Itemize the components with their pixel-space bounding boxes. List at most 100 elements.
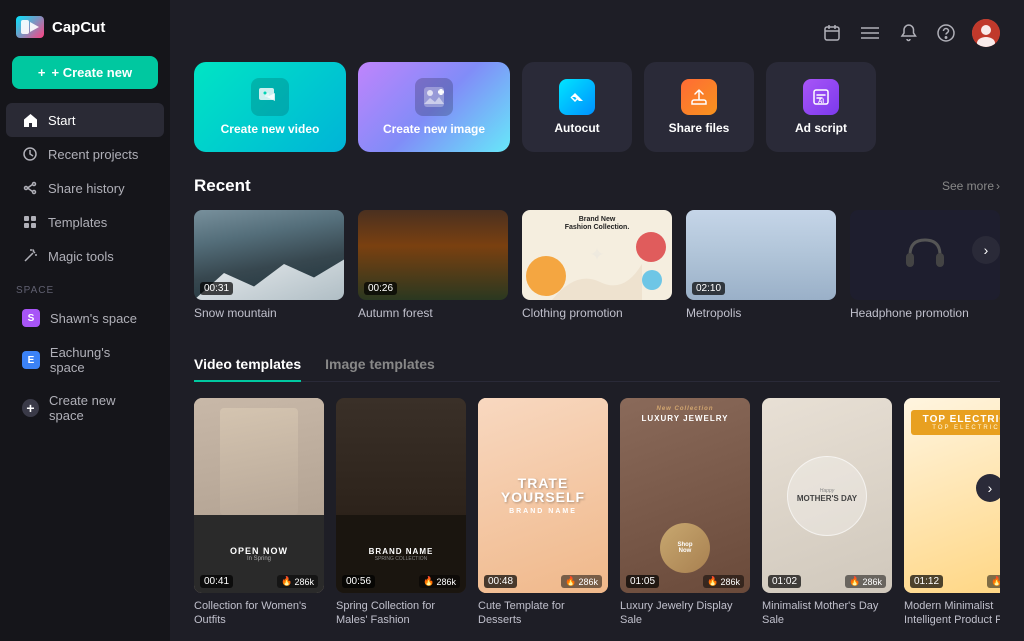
create-image-label: Create new image: [375, 122, 493, 136]
calendar-icon[interactable]: [820, 21, 844, 45]
womens-duration: 00:41: [200, 575, 233, 588]
main-content: Create new video Create new image A: [170, 0, 1024, 641]
grid-icon: [22, 214, 38, 230]
template-grid: OPEN NOW In Spring 00:41 🔥286k Collectio…: [194, 398, 1000, 628]
shawn-avatar: S: [22, 309, 40, 327]
logo-icon: [16, 16, 44, 38]
see-more-button[interactable]: See more ›: [942, 179, 1000, 193]
recent-card-clothing[interactable]: Brand NewFashion Collection. ✦ Clothing …: [522, 210, 672, 320]
tab-image-templates[interactable]: Image templates: [325, 348, 435, 382]
sidebar-item-templates[interactable]: Templates: [6, 205, 164, 239]
mothers-template-name: Minimalist Mother's Day Sale: [762, 599, 892, 628]
logo-text: CapCut: [52, 19, 105, 36]
desserts-duration: 00:48: [484, 575, 517, 588]
metro-name: Metropolis: [686, 306, 836, 320]
ad-script-label: Ad script: [795, 121, 847, 135]
create-video-label: Create new video: [213, 122, 328, 136]
svg-text:AI: AI: [818, 99, 824, 105]
help-icon[interactable]: [934, 21, 958, 45]
desserts-template-name: Cute Template for Desserts: [478, 599, 608, 628]
chevron-right-icon: ›: [996, 179, 1000, 193]
template-card-jewelry[interactable]: New Collection LUXURY JEWELRY ShopNow 01…: [620, 398, 750, 628]
template-thumb-womens: OPEN NOW In Spring 00:41 🔥286k: [194, 398, 324, 593]
sidebar-item-share-history[interactable]: Share history: [6, 171, 164, 205]
snow-name: Snow mountain: [194, 306, 344, 320]
template-card-womens[interactable]: OPEN NOW In Spring 00:41 🔥286k Collectio…: [194, 398, 324, 628]
clothing-name: Clothing promotion: [522, 306, 672, 320]
create-space-label: Create new space: [49, 393, 148, 423]
template-thumb-desserts: TRATEYOURSELF BRAND NAME 00:48 🔥286k: [478, 398, 608, 593]
sidebar: CapCut + + Create new Start Recent proje…: [0, 0, 170, 641]
autocut-label: Autocut: [554, 121, 599, 135]
template-thumb-mens: BRAND NAME SPRING COLLECTION 00:56 🔥286k: [336, 398, 466, 593]
template-thumb-mothers: HappyMOTHER'S DAY 01:02 🔥286k: [762, 398, 892, 593]
mens-duration: 00:56: [342, 575, 375, 588]
shawn-space-label: Shawn's space: [50, 311, 137, 326]
recent-thumb-clothing: Brand NewFashion Collection. ✦: [522, 210, 672, 300]
eachung-avatar: E: [22, 351, 40, 369]
sidebar-item-create-space[interactable]: + Create new space: [6, 384, 164, 432]
metro-duration: 02:10: [692, 282, 725, 295]
tab-video-templates[interactable]: Video templates: [194, 348, 301, 382]
create-video-card[interactable]: Create new video: [194, 62, 346, 152]
template-tabs: Video templates Image templates: [194, 348, 1000, 382]
create-image-card[interactable]: Create new image: [358, 62, 510, 152]
autocut-icon: [559, 79, 595, 115]
template-card-mothers[interactable]: HappyMOTHER'S DAY 01:02 🔥286k Minimalist…: [762, 398, 892, 628]
electrics-template-name: Modern Minimalist Intelligent Product Pr…: [904, 599, 1000, 628]
menu-icon[interactable]: [858, 21, 882, 45]
template-card-mens[interactable]: BRAND NAME SPRING COLLECTION 00:56 🔥286k…: [336, 398, 466, 628]
image-card-icon: [415, 78, 453, 116]
template-card-electrics[interactable]: TOP ELECTRICS TOP ELECTRICS 01:12 🔥286k …: [904, 398, 1000, 628]
recent-next-button[interactable]: ›: [972, 236, 1000, 264]
sidebar-item-eachung-space[interactable]: E Eachung's space: [6, 336, 164, 384]
share-files-card[interactable]: Share files: [644, 62, 754, 152]
sidebar-recent-label: Recent projects: [48, 147, 138, 162]
recent-card-metro[interactable]: 02:10 Metropolis: [686, 210, 836, 320]
logo-area: CapCut: [0, 12, 170, 50]
sidebar-magic-label: Magic tools: [48, 249, 114, 264]
jewelry-template-name: Luxury Jewelry Display Sale: [620, 599, 750, 628]
sidebar-item-shawn-space[interactable]: S Shawn's space: [6, 300, 164, 336]
share-files-icon: [681, 79, 717, 115]
mens-template-name: Spring Collection for Males' Fashion: [336, 599, 466, 628]
home-icon: [22, 112, 38, 128]
headphone-name: Headphone promotion: [850, 306, 1000, 320]
template-thumb-jewelry: New Collection LUXURY JEWELRY ShopNow 01…: [620, 398, 750, 593]
autocut-card[interactable]: Autocut: [522, 62, 632, 152]
recent-title: Recent: [194, 176, 251, 196]
share-icon: [22, 180, 38, 196]
bell-icon[interactable]: [896, 21, 920, 45]
recent-card-snow[interactable]: 00:31 Snow mountain: [194, 210, 344, 320]
template-next-button[interactable]: ›: [976, 474, 1000, 502]
electrics-duration: 01:12: [910, 575, 943, 588]
eachung-space-label: Eachung's space: [50, 345, 148, 375]
sidebar-share-label: Share history: [48, 181, 125, 196]
autumn-name: Autumn forest: [358, 306, 508, 320]
sidebar-item-recent[interactable]: Recent projects: [6, 137, 164, 171]
sidebar-item-magic-tools[interactable]: Magic tools: [6, 239, 164, 273]
jewelry-likes: 🔥286k: [703, 575, 744, 588]
sidebar-item-start[interactable]: Start: [6, 103, 164, 137]
recent-grid: 00:31 Snow mountain 00:26 Autumn forest …: [194, 210, 1000, 320]
mens-likes: 🔥286k: [419, 575, 460, 588]
template-card-desserts[interactable]: TRATEYOURSELF BRAND NAME 00:48 🔥286k Cut…: [478, 398, 608, 628]
video-card-icon: [251, 78, 289, 116]
recent-card-headphone[interactable]: Headphone promotion: [850, 210, 1000, 320]
mothers-likes: 🔥286k: [845, 575, 886, 588]
create-new-label: + Create new: [52, 65, 133, 80]
electrics-likes: 🔥286k: [987, 575, 1000, 588]
space-section-label: SPACE: [0, 273, 170, 300]
quick-actions-row: Create new video Create new image A: [194, 62, 1000, 152]
snow-duration: 00:31: [200, 282, 233, 295]
recent-thumb-snow: 00:31: [194, 210, 344, 300]
header-icons: [820, 19, 1000, 47]
recent-card-autumn[interactable]: 00:26 Autumn forest: [358, 210, 508, 320]
womens-template-name: Collection for Women's Outfits: [194, 599, 324, 628]
header-area: [194, 18, 1000, 48]
ad-script-card[interactable]: AI Ad script: [766, 62, 876, 152]
create-space-icon: +: [22, 399, 39, 417]
user-avatar[interactable]: [972, 19, 1000, 47]
autumn-duration: 00:26: [364, 282, 397, 295]
create-new-button[interactable]: + + Create new: [12, 56, 158, 89]
